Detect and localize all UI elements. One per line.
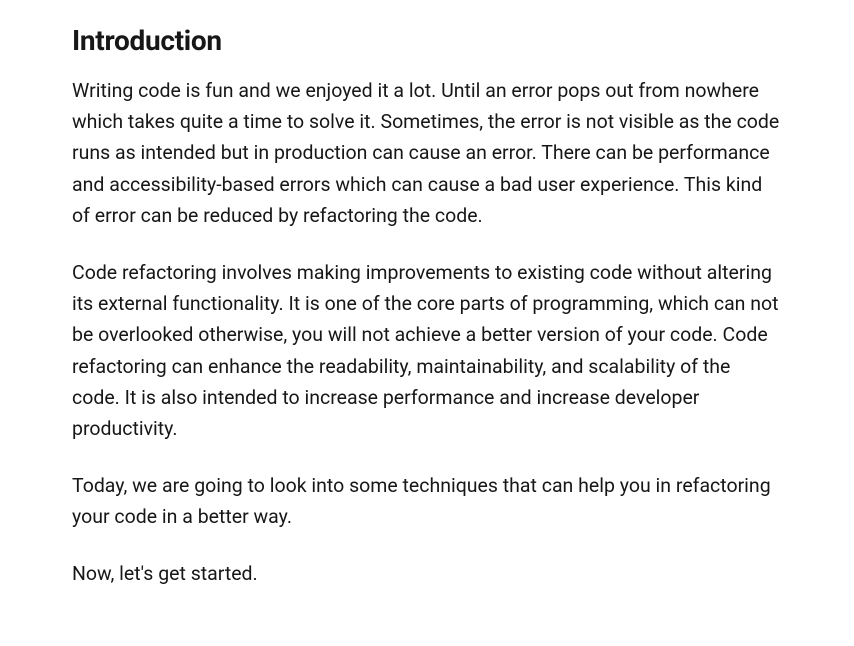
paragraph: Now, let's get started. (72, 558, 782, 589)
paragraph: Today, we are going to look into some te… (72, 470, 782, 532)
paragraph: Code refactoring involves making improve… (72, 257, 782, 444)
paragraph: Writing code is fun and we enjoyed it a … (72, 75, 782, 231)
article-section: Introduction Writing code is fun and we … (72, 24, 782, 590)
section-heading: Introduction (72, 24, 782, 57)
